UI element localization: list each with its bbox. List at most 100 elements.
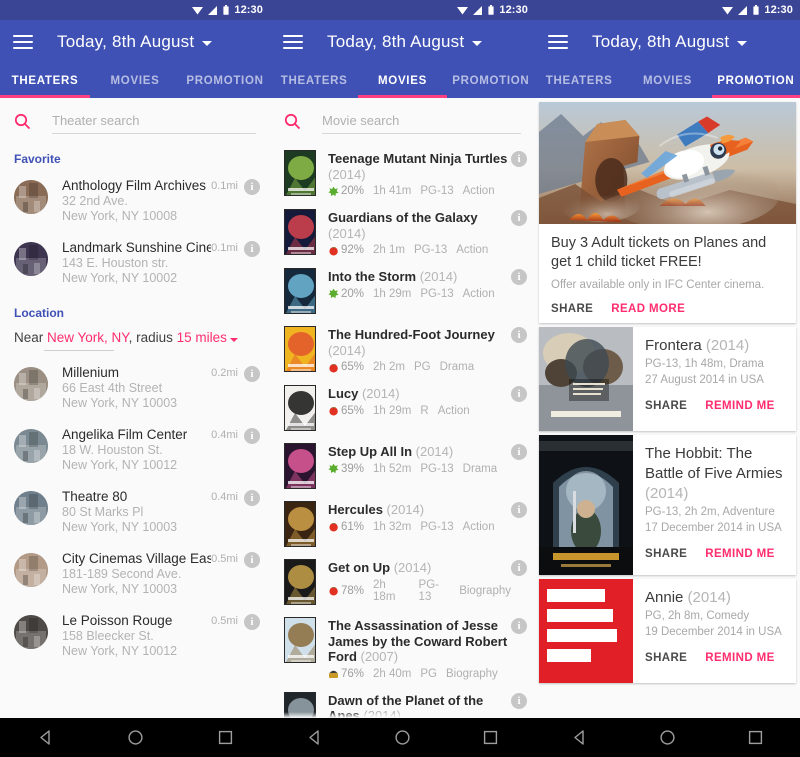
tab-promotion[interactable]: PROMOTION: [447, 64, 535, 98]
movie-row[interactable]: Guardians of the Galaxy (2014) 92% 2h 1m PG…: [270, 203, 535, 262]
movie-runtime: 1h 29m: [373, 404, 412, 417]
movies-list-body[interactable]: Teenage Mutant Ninja Turtles (2014) 20% 1h…: [270, 144, 535, 718]
movie-row[interactable]: Into the Storm (2014) 20% 1h 29m PG-13 Actio…: [270, 262, 535, 320]
rotten-splat-icon: [328, 463, 339, 474]
theater-row[interactable]: Landmark Sunshine Cinema143 E. Houston s…: [0, 232, 270, 294]
movie-poster: [285, 151, 315, 195]
recents-square-icon[interactable]: [482, 729, 499, 746]
movie-rating: PG-13: [420, 185, 454, 197]
tab-promotion[interactable]: PROMOTION: [712, 64, 800, 98]
release-remind-button[interactable]: REMIND ME: [705, 400, 774, 412]
movie-row[interactable]: The Hundred-Foot Journey (2014) 65% 2h 2m P…: [270, 320, 535, 379]
release-share-button[interactable]: SHARE: [645, 652, 687, 664]
avatar: [14, 367, 48, 401]
theater-row[interactable]: Anthology Film Archives 32 2nd Ave. New Yo…: [0, 170, 270, 232]
info-icon[interactable]: i: [511, 151, 527, 167]
promo-card[interactable]: Buy 3 Adult tickets on Planes and get 1 …: [539, 102, 796, 323]
recents-square-icon[interactable]: [747, 729, 764, 746]
movie-row[interactable]: Teenage Mutant Ninja Turtles (2014) 20% 1h…: [270, 144, 535, 203]
near-radius-row[interactable]: Near New York, NY, radius 15 miles: [0, 324, 270, 347]
theater-search-input[interactable]: [52, 113, 256, 128]
home-circle-icon[interactable]: [127, 729, 144, 746]
tab-indicator: [0, 95, 90, 98]
promo-read-more-button[interactable]: READ MORE: [611, 303, 685, 315]
tab-promotion[interactable]: PROMOTION: [180, 64, 270, 98]
back-triangle-icon[interactable]: [306, 729, 323, 746]
movie-row[interactable]: Lucy (2014) 65% 1h 29m R Action i: [270, 379, 535, 437]
tab-movies[interactable]: MOVIES: [90, 64, 180, 98]
avatar: [14, 491, 48, 525]
theater-row[interactable]: Angelika Film Center 18 W. Houston St. New…: [0, 419, 270, 481]
info-icon[interactable]: i: [244, 241, 260, 257]
info-icon[interactable]: i: [511, 210, 527, 226]
poster: [284, 617, 316, 663]
hamburger-icon[interactable]: [13, 31, 33, 53]
caret-down-icon[interactable]: [472, 41, 483, 46]
caret-down-icon[interactable]: [229, 338, 238, 342]
hamburger-icon[interactable]: [548, 31, 568, 53]
movie-row[interactable]: Step Up All In (2014) 39% 1h 52m PG-13 Drama…: [270, 437, 535, 495]
search-icon[interactable]: [14, 113, 31, 130]
caret-down-icon[interactable]: [737, 41, 748, 46]
promo-share-button[interactable]: SHARE: [551, 303, 593, 315]
info-icon[interactable]: i: [244, 552, 260, 568]
caret-down-icon[interactable]: [202, 41, 213, 46]
release-poster: [539, 579, 633, 683]
theater-name: Theatre 80: [62, 489, 128, 504]
theater-row[interactable]: Millenium 66 East 4th Street New York, NY …: [0, 357, 270, 419]
info-icon[interactable]: i: [244, 490, 260, 506]
info-icon[interactable]: i: [511, 269, 527, 285]
tab-movies[interactable]: MOVIES: [623, 64, 711, 98]
info-icon[interactable]: i: [511, 502, 527, 518]
theater-search-row: [0, 98, 270, 144]
home-circle-icon[interactable]: [394, 729, 411, 746]
movie-runtime: 2h 40m: [373, 667, 412, 680]
release-share-button[interactable]: SHARE: [645, 400, 687, 412]
theater-distance: 0.4mi: [211, 491, 238, 503]
fresh-tomato-icon: [329, 246, 338, 255]
theater-row[interactable]: Le Poisson Rouge 158 Bleecker St. New York…: [0, 605, 270, 667]
tab-theaters[interactable]: THEATERS: [535, 64, 623, 98]
release-poster: [539, 327, 633, 431]
movie-row[interactable]: Get on Up (2014) 78% 2h 18m PG-13 Biography i: [270, 553, 535, 611]
recents-square-icon[interactable]: [217, 729, 234, 746]
home-circle-icon[interactable]: [659, 729, 676, 746]
info-icon[interactable]: i: [511, 327, 527, 343]
theaters-list-body[interactable]: Favorite Anthology Film Archives 32 2nd A…: [0, 144, 270, 718]
theater-row[interactable]: City Cinemas Village East 181-189 Second …: [0, 543, 270, 605]
movie-year: (2014): [328, 342, 366, 358]
release-card[interactable]: Annie (2014) PG, 2h 8m, Comedy 19 December…: [539, 579, 796, 683]
promotion-body[interactable]: Buy 3 Adult tickets on Planes and get 1 …: [535, 98, 800, 718]
release-card[interactable]: Frontera (2014) PG-13, 1h 48m, Drama 27 Au…: [539, 327, 796, 431]
tab-theaters[interactable]: THEATERS: [270, 64, 358, 98]
movie-row[interactable]: Hercules (2014) 61% 1h 32m PG-13 Action i: [270, 495, 535, 553]
release-card[interactable]: The Hobbit: The Battle of Five Armies (2…: [539, 435, 796, 575]
info-icon[interactable]: i: [511, 560, 527, 576]
near-radius[interactable]: 15 miles: [177, 330, 227, 345]
release-share-button[interactable]: SHARE: [645, 548, 687, 560]
info-icon[interactable]: i: [511, 692, 527, 709]
location-section-label: Location: [14, 306, 64, 320]
release-remind-button[interactable]: REMIND ME: [705, 652, 774, 664]
tab-movies[interactable]: MOVIES: [358, 64, 446, 98]
back-triangle-icon[interactable]: [37, 729, 54, 746]
movie-search-input[interactable]: [322, 113, 521, 128]
back-triangle-icon[interactable]: [571, 729, 588, 746]
app-title: Today, 8th August: [57, 32, 195, 51]
info-icon[interactable]: i: [511, 618, 527, 634]
release-remind-button[interactable]: REMIND ME: [705, 548, 774, 560]
info-icon[interactable]: i: [244, 366, 260, 382]
info-icon[interactable]: i: [511, 444, 527, 460]
info-icon[interactable]: i: [244, 179, 260, 195]
info-icon[interactable]: i: [511, 386, 527, 402]
hamburger-icon[interactable]: [283, 31, 303, 53]
movie-row[interactable]: The Assassination of Jesse James by the …: [270, 611, 535, 686]
info-icon[interactable]: i: [244, 428, 260, 444]
theater-city: New York, NY 10003: [62, 396, 178, 410]
movie-runtime: 2h 2m: [373, 361, 405, 373]
tab-theaters[interactable]: THEATERS: [0, 64, 90, 98]
theater-row[interactable]: Theatre 80 80 St Marks Pl New York, NY 100…: [0, 481, 270, 543]
near-place[interactable]: New York, NY: [47, 330, 129, 345]
search-icon[interactable]: [284, 113, 301, 130]
info-icon[interactable]: i: [244, 614, 260, 630]
